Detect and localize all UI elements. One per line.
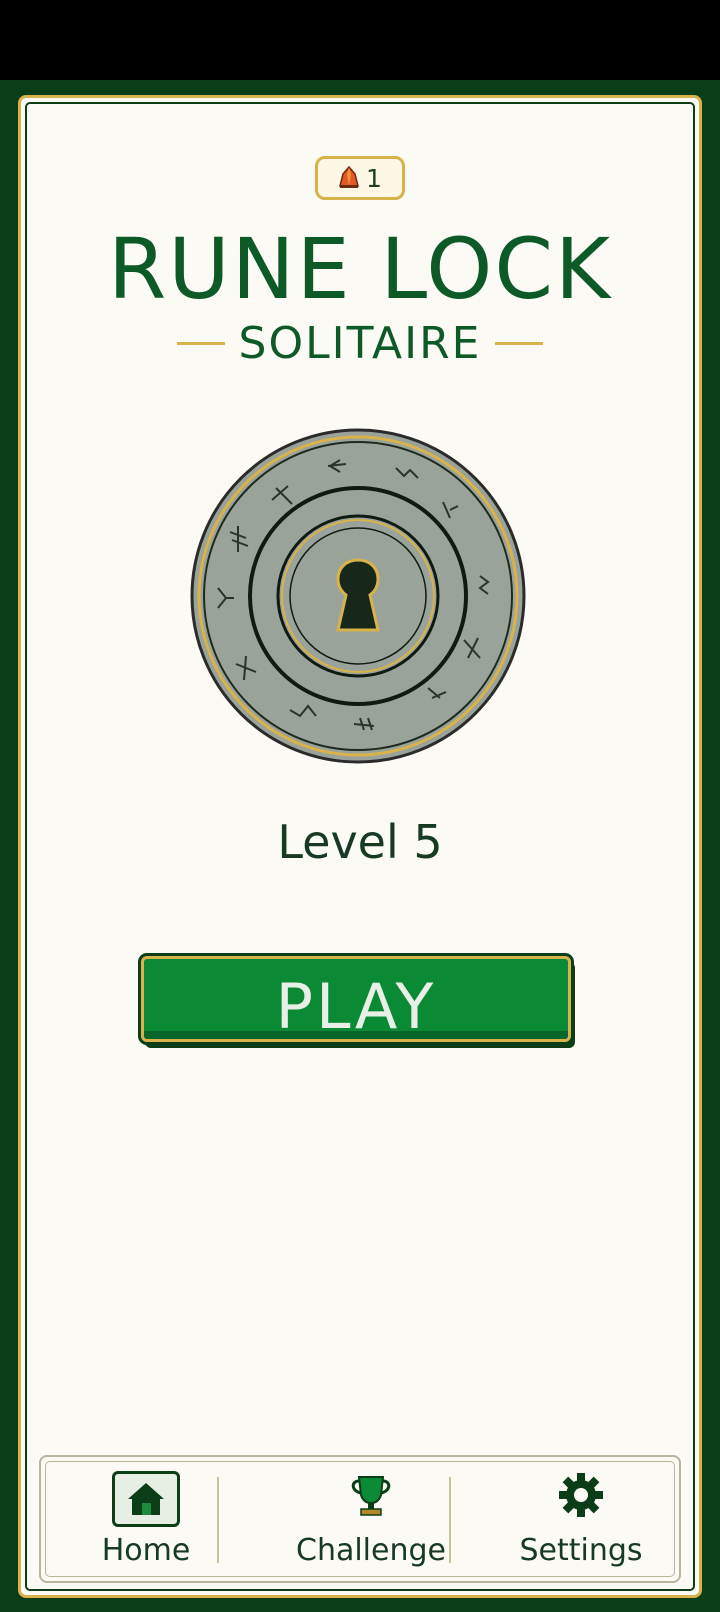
- gear-icon: [559, 1473, 603, 1517]
- nav-item-home[interactable]: Home: [71, 1457, 221, 1581]
- nav-label-home: Home: [101, 1533, 191, 1568]
- nav-label-settings: Settings: [519, 1533, 643, 1568]
- subtitle-rule-left: [176, 342, 225, 345]
- gem-icon: [339, 166, 360, 188]
- play-button[interactable]: PLAY: [141, 956, 571, 1042]
- play-button-label: PLAY: [275, 969, 437, 1042]
- nav-item-challenge[interactable]: Challenge: [251, 1457, 491, 1581]
- house-icon: [112, 1471, 180, 1527]
- game-title: RUNE LOCK: [107, 220, 613, 318]
- gem-counter: 1: [315, 156, 405, 200]
- game-subtitle: SOLITAIRE: [238, 318, 482, 369]
- keyhole-icon: [336, 558, 380, 632]
- status-bar: [0, 0, 720, 80]
- nav-divider: [217, 1477, 219, 1563]
- rune-lock-dial: [190, 428, 526, 764]
- nav-label-challenge: Challenge: [296, 1533, 446, 1568]
- nav-divider: [449, 1477, 451, 1563]
- level-label: Level 5: [277, 815, 443, 869]
- nav-item-settings[interactable]: Settings: [491, 1457, 671, 1581]
- bottom-nav: Home Challenge Settings: [39, 1455, 681, 1583]
- gem-count: 1: [366, 163, 382, 193]
- subtitle-row: SOLITAIRE: [0, 318, 720, 369]
- trophy-icon: [351, 1476, 391, 1516]
- subtitle-rule-right: [495, 342, 544, 345]
